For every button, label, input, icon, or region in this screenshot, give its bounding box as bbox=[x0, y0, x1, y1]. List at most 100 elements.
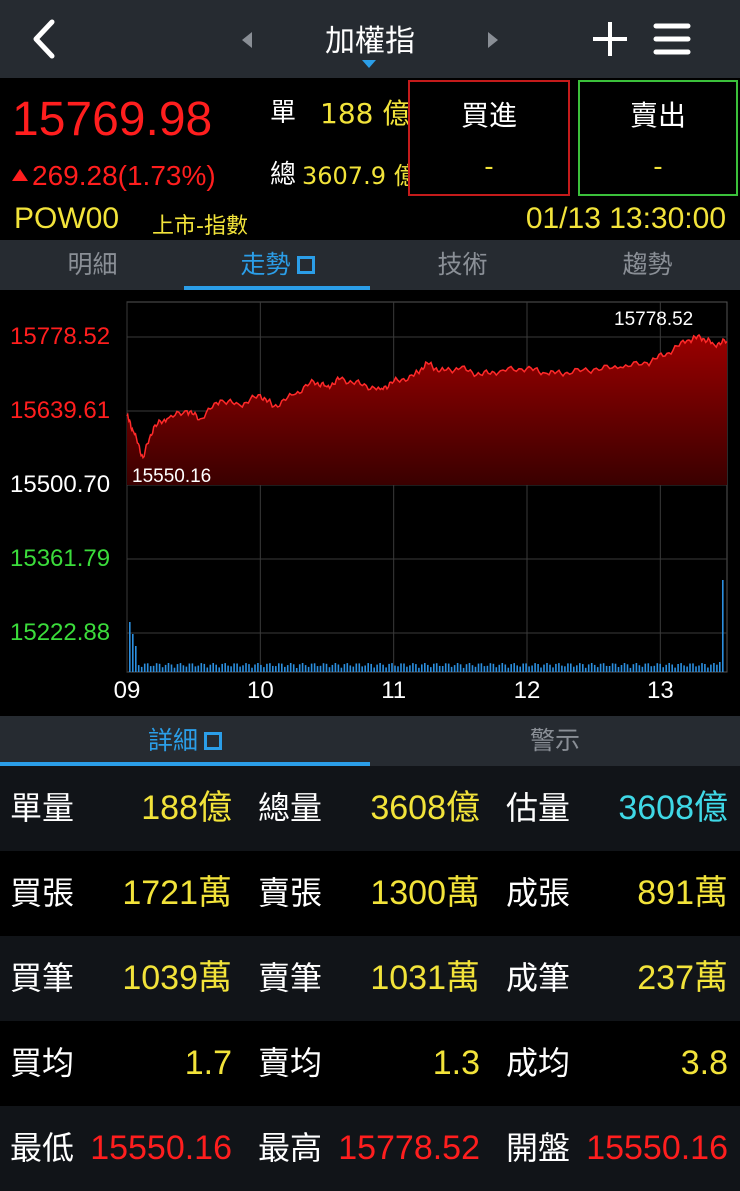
detail-row: 買筆 1039萬 賣筆 1031萬 成筆 237萬 bbox=[0, 936, 740, 1021]
volume-bar bbox=[185, 666, 188, 672]
tab-details[interactable]: 詳細 bbox=[0, 716, 370, 766]
volume-bar bbox=[409, 665, 411, 672]
volume-bar bbox=[450, 666, 453, 672]
volume-bar bbox=[421, 664, 423, 672]
volume-bar bbox=[403, 663, 405, 672]
volume-bar bbox=[284, 666, 286, 672]
volume-bar bbox=[397, 666, 399, 672]
volume-bar bbox=[176, 664, 179, 672]
volume-bar bbox=[686, 666, 688, 672]
volume-bar bbox=[391, 663, 393, 672]
volume-bar bbox=[227, 665, 229, 672]
price-area-fill bbox=[127, 335, 727, 485]
tab-technical[interactable]: 技術 bbox=[370, 240, 555, 290]
tab-trend[interactable]: 走勢 bbox=[185, 240, 370, 290]
volume-bar bbox=[310, 663, 313, 672]
x-tick-label: 12 bbox=[513, 677, 541, 704]
volume-bar bbox=[257, 663, 259, 672]
volume-bar bbox=[275, 666, 277, 672]
volume-bar bbox=[579, 663, 581, 672]
volume-bar bbox=[266, 663, 268, 672]
volume-bar bbox=[653, 665, 656, 672]
volume-bar bbox=[504, 664, 507, 672]
symbol-code: POW00 bbox=[14, 202, 120, 235]
quote-datetime: 01/13 13:30:00 bbox=[525, 202, 726, 235]
volume-bar bbox=[719, 662, 721, 672]
volume-bar bbox=[477, 663, 480, 672]
detail-value: 891萬 bbox=[637, 874, 728, 912]
volume-bar bbox=[617, 667, 620, 672]
volume-bar bbox=[507, 667, 510, 672]
volume-bar bbox=[334, 663, 337, 672]
volume-bar bbox=[564, 666, 566, 672]
volume-bar bbox=[593, 664, 596, 672]
volume-bar bbox=[608, 666, 611, 672]
volume-bar bbox=[510, 664, 512, 672]
sell-price: - bbox=[653, 152, 663, 182]
volume-bar bbox=[489, 663, 492, 672]
volume-bar bbox=[605, 665, 608, 672]
expand-icon bbox=[204, 732, 222, 750]
volume-bar bbox=[316, 666, 319, 672]
volume-bar bbox=[200, 663, 203, 672]
intraday-chart[interactable]: 15778.52 15639.61 15500.70 15361.79 15222.88… bbox=[0, 290, 740, 716]
volume-bar bbox=[209, 664, 212, 672]
volume-bar bbox=[468, 663, 471, 672]
volume-bar bbox=[197, 665, 200, 672]
detail-row: 最低 15550.16 最高 15778.52 開盤 15550.16 bbox=[0, 1106, 740, 1191]
buy-button[interactable]: 買進 - bbox=[408, 80, 570, 196]
volume-bar bbox=[394, 665, 396, 672]
price-change: 269.28(1.73%) bbox=[12, 160, 216, 192]
volume-bar bbox=[587, 664, 590, 672]
detail-value: 1721萬 bbox=[122, 874, 232, 912]
add-button[interactable] bbox=[588, 16, 632, 62]
volume-bar bbox=[707, 667, 709, 672]
volume-bar bbox=[498, 664, 501, 672]
volume-bar bbox=[573, 666, 575, 672]
detail-label: 賣筆 bbox=[258, 959, 323, 997]
volume-bar bbox=[206, 667, 209, 672]
sell-button[interactable]: 賣出 - bbox=[578, 80, 738, 196]
detail-label: 買均 bbox=[10, 1044, 75, 1082]
volume-bar bbox=[620, 665, 623, 672]
volume-bar bbox=[304, 665, 307, 672]
volume-bar bbox=[167, 663, 170, 672]
page-title[interactable]: 加權指 bbox=[290, 16, 450, 60]
tab-trend-analysis[interactable]: 趨勢 bbox=[555, 240, 740, 290]
detail-row: 單量 188億 總量 3608億 估量 3608億 bbox=[0, 766, 740, 851]
back-button[interactable] bbox=[22, 14, 68, 64]
detail-label: 最低 bbox=[10, 1129, 75, 1167]
menu-button[interactable] bbox=[652, 18, 692, 60]
tab-detail[interactable]: 明細 bbox=[0, 240, 185, 290]
volume-bar bbox=[656, 663, 659, 672]
market-type: 上市-指數 bbox=[152, 214, 248, 239]
detail-row: 買張 1721萬 賣張 1300萬 成張 891萬 bbox=[0, 851, 740, 936]
volume-bar bbox=[406, 666, 408, 672]
previous-symbol-button[interactable] bbox=[236, 26, 260, 54]
volume-bar bbox=[427, 664, 429, 672]
volume-bar bbox=[716, 664, 718, 672]
volume-bar bbox=[695, 666, 697, 672]
volume-bar bbox=[346, 663, 349, 672]
volume-bar bbox=[295, 668, 298, 672]
volume-bar bbox=[552, 667, 554, 672]
next-symbol-button[interactable] bbox=[480, 26, 504, 54]
volume-bar bbox=[713, 663, 715, 672]
volume-bar bbox=[412, 663, 414, 672]
volume-bar bbox=[671, 664, 673, 672]
next-triangle-icon bbox=[488, 32, 498, 48]
volume-bar bbox=[263, 667, 265, 672]
view-tabs: 明細 走勢 技術 趨勢 bbox=[0, 240, 740, 290]
volume-bar bbox=[292, 664, 295, 672]
volume-bar bbox=[441, 666, 444, 672]
tab-alerts[interactable]: 警示 bbox=[370, 716, 740, 766]
volume-bar bbox=[352, 666, 355, 672]
volume-bar bbox=[415, 664, 417, 672]
volume-bar bbox=[239, 666, 241, 672]
volume-bar bbox=[513, 663, 515, 672]
detail-value: 3.8 bbox=[680, 1044, 728, 1082]
price-change-text: 269.28(1.73%) bbox=[32, 160, 216, 191]
sell-label: 賣出 bbox=[629, 99, 686, 132]
volume-bar bbox=[623, 663, 626, 672]
volume-bar bbox=[325, 663, 328, 672]
